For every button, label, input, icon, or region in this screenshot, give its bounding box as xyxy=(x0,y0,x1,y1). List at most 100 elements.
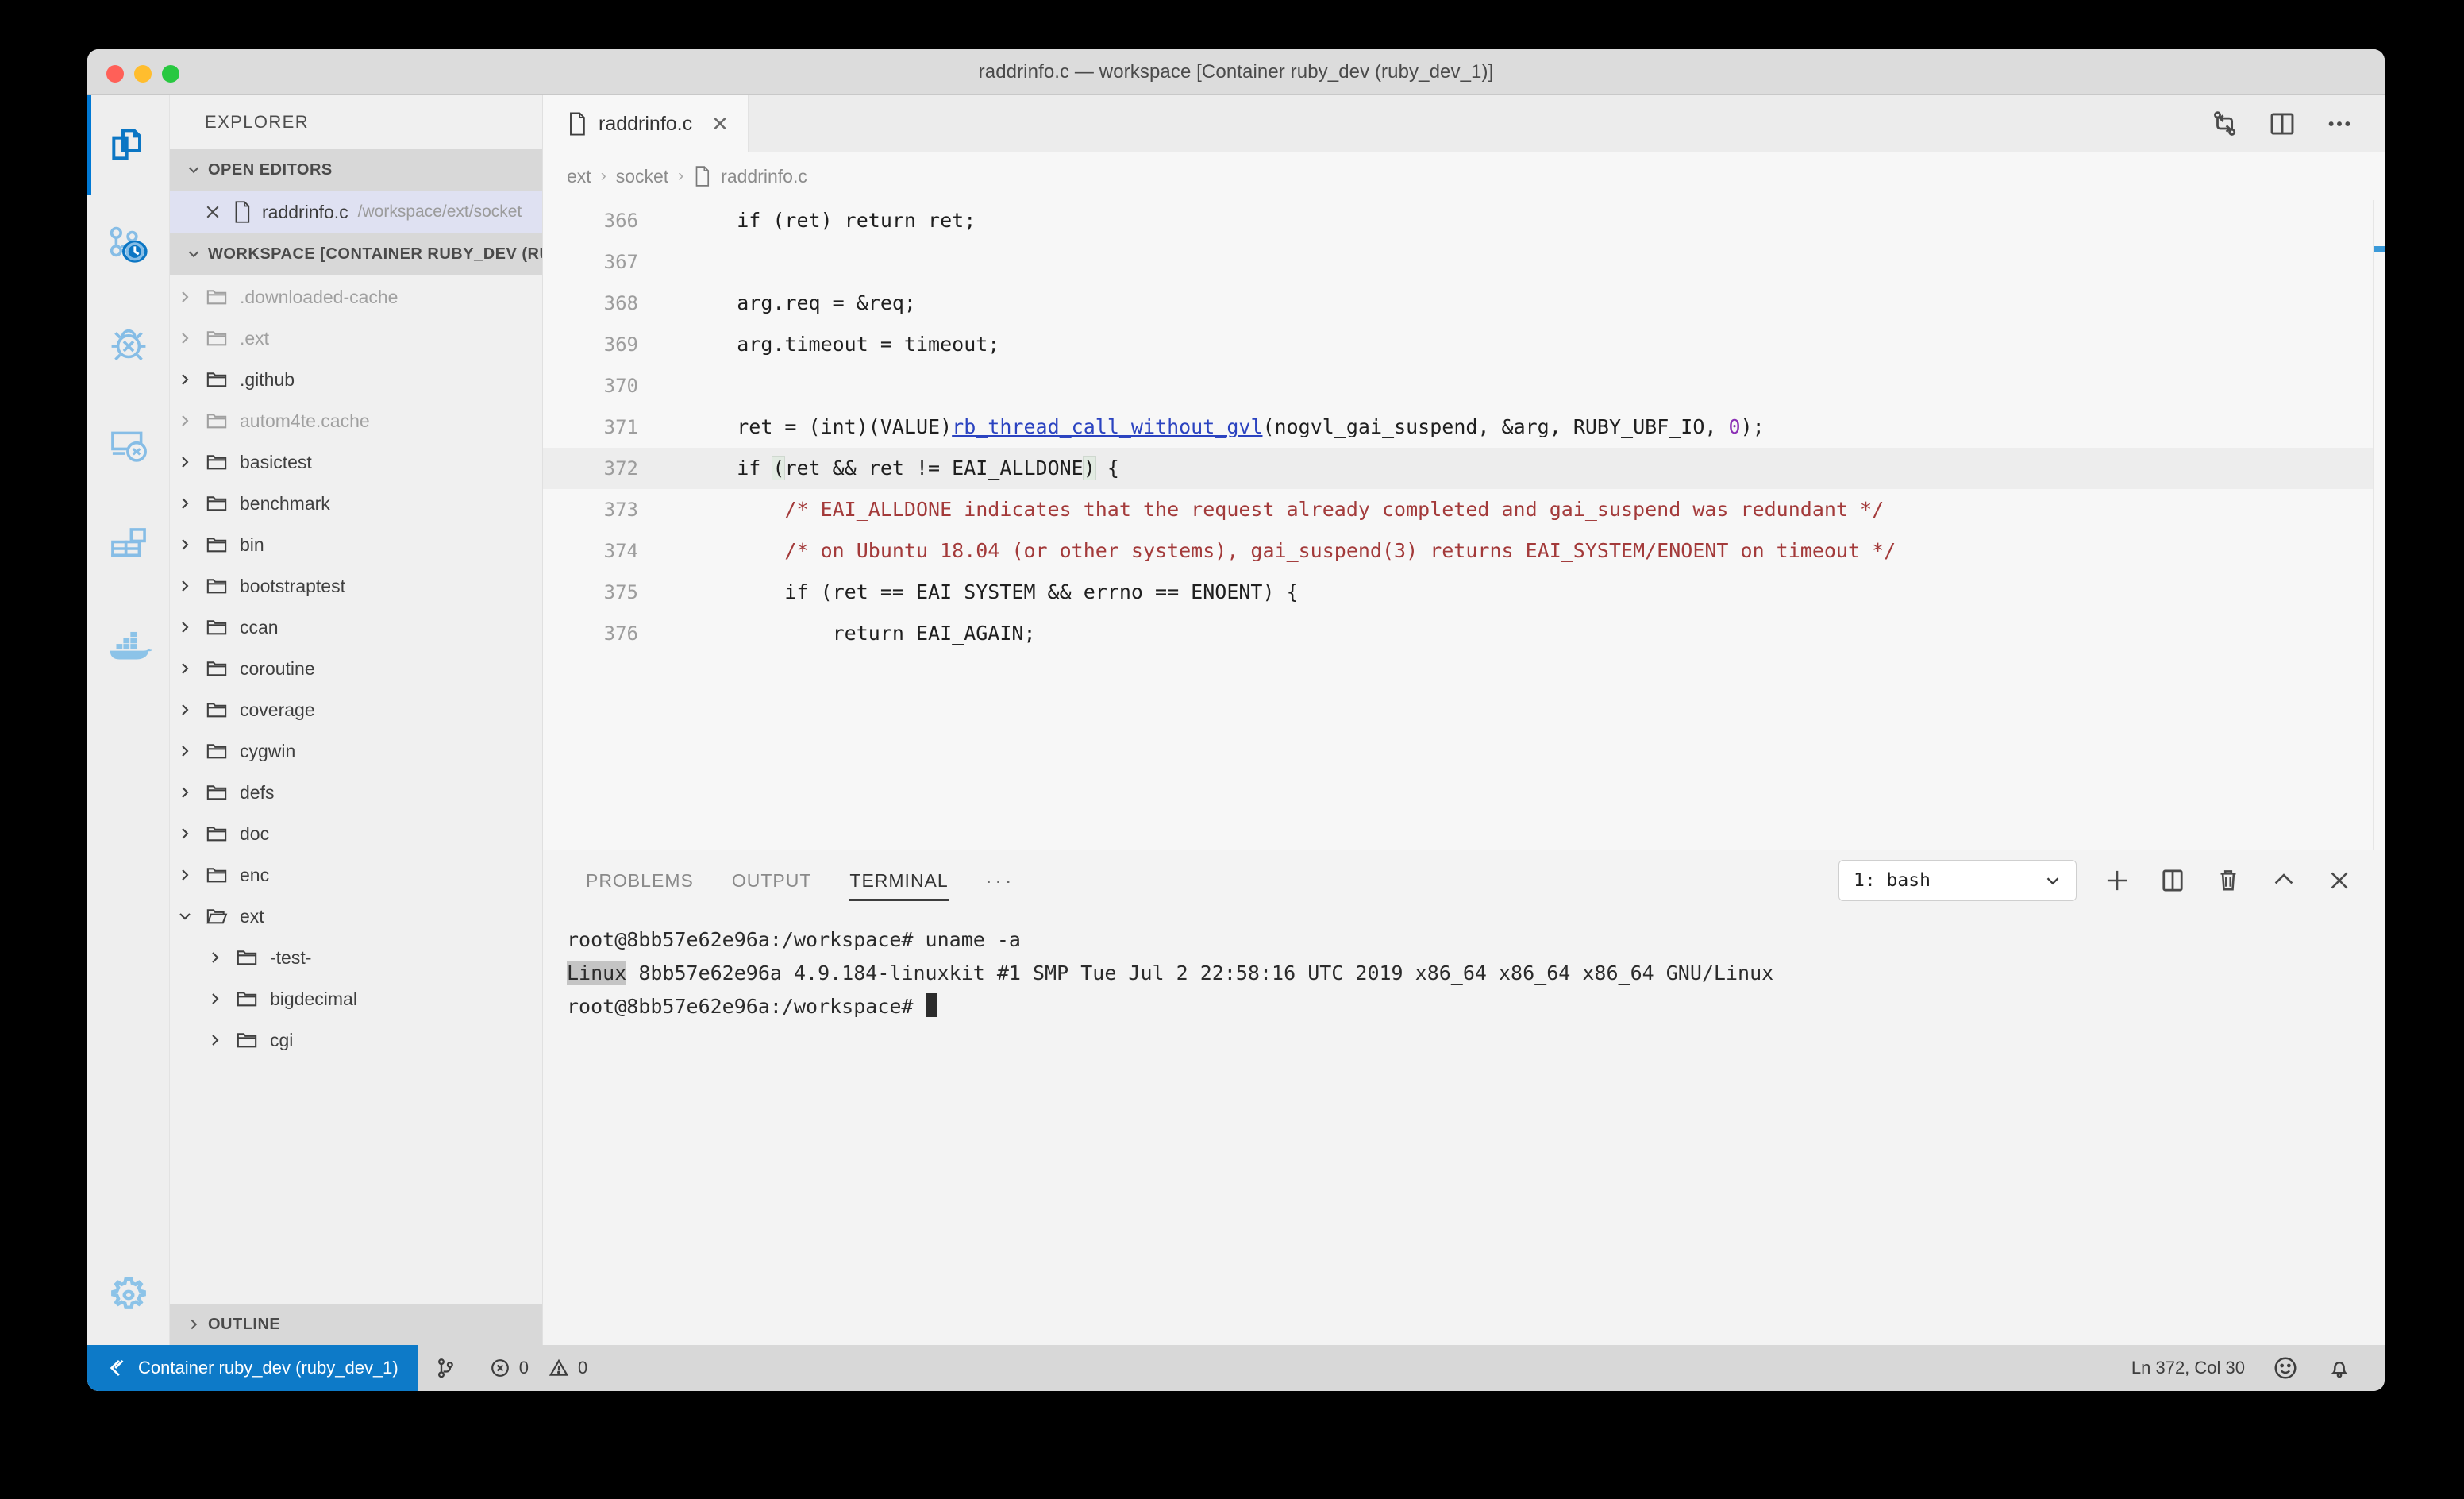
code-line[interactable]: 366 if (ret) return ret; xyxy=(543,200,2385,241)
activity-item-source-control[interactable] xyxy=(87,195,170,295)
kill-terminal-icon[interactable] xyxy=(2213,865,2243,896)
tree-item-bin[interactable]: bin xyxy=(170,524,542,565)
file-tree[interactable]: .downloaded-cache .ext .github autom4te.cac… xyxy=(170,275,542,1345)
breadcrumb-item-socket[interactable]: socket xyxy=(616,166,668,187)
code-line[interactable]: 368 arg.req = &req; xyxy=(543,283,2385,324)
remote-indicator[interactable]: Container ruby_dev (ruby_dev_1) xyxy=(87,1345,418,1391)
bell-icon[interactable] xyxy=(2326,1354,2353,1381)
chevron-right-icon[interactable] xyxy=(170,865,200,884)
source-control-status[interactable] xyxy=(418,1356,473,1380)
split-terminal-icon[interactable] xyxy=(2158,865,2188,896)
chevron-right-icon[interactable] xyxy=(200,989,230,1008)
chevron-right-icon[interactable] xyxy=(170,453,200,472)
chevron-right-icon[interactable] xyxy=(170,824,200,843)
tree-item-github[interactable]: .github xyxy=(170,359,542,400)
activity-item-debug[interactable] xyxy=(87,295,170,395)
panel-more-icon[interactable]: ··· xyxy=(968,850,1032,911)
chevron-right-icon[interactable] xyxy=(170,618,200,637)
tree-item-cygwin[interactable]: cygwin xyxy=(170,730,542,772)
editor-scrollbar[interactable] xyxy=(2374,200,2385,850)
line-number: 376 xyxy=(603,622,638,645)
smiley-icon[interactable] xyxy=(2272,1354,2299,1381)
more-actions-icon[interactable] xyxy=(2324,109,2354,139)
activity-item-settings[interactable] xyxy=(87,1245,170,1345)
editor-area: raddrinfo.c ✕ ext › socket › raddrinfo.c… xyxy=(543,95,2385,1345)
panel-tab-problems[interactable]: PROBLEMS xyxy=(567,850,713,911)
workspace-header[interactable]: WORKSPACE [CONTAINER RUBY_DEV (RUBY_DEV_… xyxy=(170,233,542,275)
tree-item-ext[interactable]: ext xyxy=(170,896,542,937)
code-token: 0 xyxy=(1728,415,1741,438)
tree-item-coverage[interactable]: coverage xyxy=(170,689,542,730)
tree-item-doc[interactable]: doc xyxy=(170,813,542,854)
chevron-right-icon[interactable] xyxy=(200,948,230,967)
code-editor[interactable]: 366 if (ret) return ret; 367 368 arg.req =… xyxy=(543,200,2385,850)
tab-raddrinfo-c[interactable]: raddrinfo.c ✕ xyxy=(543,95,749,152)
code-line[interactable]: 376 return EAI_AGAIN; xyxy=(543,613,2385,654)
code-line[interactable]: 369 arg.timeout = timeout; xyxy=(543,324,2385,365)
tree-item-coroutine[interactable]: coroutine xyxy=(170,648,542,689)
cursor-position[interactable]: Ln 372, Col 30 xyxy=(2131,1358,2245,1378)
tree-item-basictest[interactable]: basictest xyxy=(170,441,542,483)
panel-tab-terminal[interactable]: TERMINAL xyxy=(830,850,967,911)
tree-item-defs[interactable]: defs xyxy=(170,772,542,813)
close-window-button[interactable] xyxy=(106,65,124,83)
chevron-right-icon[interactable] xyxy=(170,783,200,802)
minimize-window-button[interactable] xyxy=(134,65,152,83)
panel-tab-output[interactable]: OUTPUT xyxy=(713,850,831,911)
open-editor-item[interactable]: raddrinfo.c /workspace/ext/socket xyxy=(170,191,542,233)
open-editors-header[interactable]: OPEN EDITORS xyxy=(170,149,542,191)
breadcrumb[interactable]: ext › socket › raddrinfo.c xyxy=(543,152,2385,200)
tree-item-label: bootstraptest xyxy=(240,575,345,596)
tree-item-cgi[interactable]: cgi xyxy=(170,1019,542,1061)
activity-item-remote-explorer[interactable] xyxy=(87,395,170,495)
code-content[interactable]: 366 if (ret) return ret; 367 368 arg.req =… xyxy=(543,200,2385,850)
breadcrumb-item-file[interactable]: raddrinfo.c xyxy=(721,166,807,187)
tree-item-ccan[interactable]: ccan xyxy=(170,607,542,648)
new-terminal-icon[interactable] xyxy=(2102,865,2132,896)
outline-header[interactable]: OUTLINE xyxy=(170,1304,542,1345)
chevron-right-icon[interactable] xyxy=(170,535,200,554)
activity-item-explorer[interactable] xyxy=(87,95,170,195)
close-panel-icon[interactable] xyxy=(2324,865,2354,896)
activity-item-extensions[interactable] xyxy=(87,495,170,595)
chevron-right-icon[interactable] xyxy=(170,287,200,306)
tree-item-benchmark[interactable]: benchmark xyxy=(170,483,542,524)
tree-item-enc[interactable]: enc xyxy=(170,854,542,896)
code-line[interactable]: 367 xyxy=(543,241,2385,283)
code-line[interactable]: 375 if (ret == EAI_SYSTEM && errno == EN… xyxy=(543,572,2385,613)
chevron-right-icon[interactable] xyxy=(170,329,200,348)
close-icon[interactable] xyxy=(203,202,222,222)
chevron-right-icon[interactable] xyxy=(170,742,200,761)
activity-item-docker[interactable] xyxy=(87,595,170,696)
tab-close-icon[interactable]: ✕ xyxy=(703,112,729,137)
tree-item-downloaded-cache[interactable]: .downloaded-cache xyxy=(170,276,542,318)
maximize-panel-icon[interactable] xyxy=(2269,865,2299,896)
line-number: 369 xyxy=(603,333,638,356)
problems-status[interactable]: 0 0 xyxy=(473,1357,604,1379)
chevron-right-icon[interactable] xyxy=(200,1031,230,1050)
tree-item-bigdecimal[interactable]: bigdecimal xyxy=(170,978,542,1019)
code-line[interactable]: 374 /* on Ubuntu 18.04 (or other systems… xyxy=(543,530,2385,572)
maximize-window-button[interactable] xyxy=(162,65,179,83)
code-line[interactable]: 370 xyxy=(543,365,2385,407)
chevron-right-icon[interactable] xyxy=(170,370,200,389)
chevron-right-icon[interactable] xyxy=(170,411,200,430)
chevron-right-icon[interactable] xyxy=(170,494,200,513)
terminal-select[interactable]: 1: bash xyxy=(1838,860,2077,901)
tree-item-test[interactable]: -test- xyxy=(170,937,542,978)
chevron-right-icon[interactable] xyxy=(170,700,200,719)
chevron-right-icon[interactable] xyxy=(170,659,200,678)
split-diff-icon[interactable] xyxy=(2210,109,2240,139)
code-line[interactable]: 371 ret = (int)(VALUE)rb_thread_call_wit… xyxy=(543,407,2385,448)
code-line[interactable]: 372 if (ret && ret != EAI_ALLDONE) { xyxy=(543,448,2385,489)
terminal-output[interactable]: root@8bb57e62e96a:/workspace# uname -a Li… xyxy=(543,911,2385,1345)
tree-item-bootstraptest[interactable]: bootstraptest xyxy=(170,565,542,607)
chevron-down-icon[interactable] xyxy=(170,907,200,926)
tree-item-autom4te-cache[interactable]: autom4te.cache xyxy=(170,400,542,441)
breadcrumb-item-ext[interactable]: ext xyxy=(567,166,591,187)
split-editor-icon[interactable] xyxy=(2267,109,2297,139)
chevron-right-icon[interactable] xyxy=(170,576,200,595)
code-line[interactable]: 373 /* EAI_ALLDONE indicates that the re… xyxy=(543,489,2385,530)
code-token: (nogvl_gai_suspend, &arg, RUBY_UBF_IO, xyxy=(1262,415,1729,438)
tree-item-ext[interactable]: .ext xyxy=(170,318,542,359)
